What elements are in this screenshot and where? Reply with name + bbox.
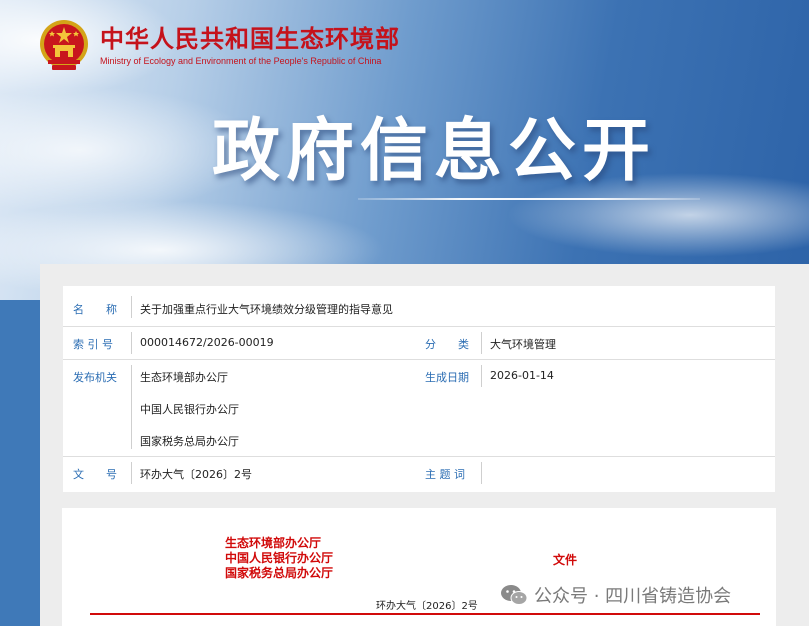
index-label: 索 引 号 xyxy=(73,338,113,351)
info-row-publisher: 发布机关 生态环境部办公厅 中国人民银行办公厅 国家税务总局办公厅 生成日期 2… xyxy=(63,360,775,456)
info-row-docno: 文 号 环办大气〔2026〕2号 主 题 词 xyxy=(63,457,775,491)
national-emblem-icon xyxy=(38,18,90,74)
date-label: 生成日期 xyxy=(425,371,469,384)
info-row-name: 名 称 关于加强重点行业大气环境绩效分级管理的指导意见 xyxy=(63,286,775,326)
index-value: 000014672/2026-00019 xyxy=(140,336,274,349)
page-title: 政府信息公开 xyxy=(212,112,657,191)
publisher-2: 中国人民银行办公厅 xyxy=(140,403,239,416)
divider xyxy=(131,332,132,354)
issuer-2: 中国人民银行办公厅 xyxy=(225,551,334,565)
ministry-name-en: Ministry of Ecology and Environment of t… xyxy=(100,56,382,66)
wechat-icon xyxy=(500,583,528,607)
name-label: 名 称 xyxy=(73,303,117,316)
document-type-label: 文件 xyxy=(553,553,578,567)
publisher-3: 国家税务总局办公厅 xyxy=(140,435,239,448)
title-underline xyxy=(358,198,700,200)
publisher-label: 发布机关 xyxy=(73,371,117,384)
issuer-3: 国家税务总局办公厅 xyxy=(225,566,334,580)
divider xyxy=(131,365,132,449)
category-label: 分 类 xyxy=(425,338,469,351)
divider xyxy=(481,365,482,387)
category-value: 大气环境管理 xyxy=(490,338,556,351)
document-issuers: 生态环境部办公厅 中国人民银行办公厅 国家税务总局办公厅 xyxy=(225,536,333,581)
ministry-name-cn: 中华人民共和国生态环境部 xyxy=(100,25,400,53)
divider xyxy=(481,332,482,354)
divider xyxy=(481,462,482,484)
issuer-1: 生态环境部办公厅 xyxy=(225,536,322,550)
date-value: 2026-01-14 xyxy=(490,369,554,382)
document-number: 环办大气〔2026〕2号 xyxy=(376,601,478,612)
watermark-text: 公众号 · 四川省铸造协会 xyxy=(534,586,732,607)
site-header[interactable]: 中华人民共和国生态环境部 Ministry of Ecology and Env… xyxy=(38,16,400,76)
info-row-index: 索 引 号 000014672/2026-00019 分 类 大气环境管理 xyxy=(63,327,775,359)
wechat-watermark: 公众号 · 四川省铸造协会 xyxy=(500,582,731,608)
document-info-table: 名 称 关于加强重点行业大气环境绩效分级管理的指导意见 索 引 号 000014… xyxy=(63,286,775,492)
name-value: 关于加强重点行业大气环境绩效分级管理的指导意见 xyxy=(140,303,393,316)
docno-label: 文 号 xyxy=(73,468,117,481)
publisher-1: 生态环境部办公厅 xyxy=(140,371,228,384)
divider xyxy=(131,462,132,484)
docno-value: 环办大气〔2026〕2号 xyxy=(140,468,252,481)
divider xyxy=(131,296,132,318)
subject-label: 主 题 词 xyxy=(425,468,465,481)
red-header-rule xyxy=(90,613,760,615)
